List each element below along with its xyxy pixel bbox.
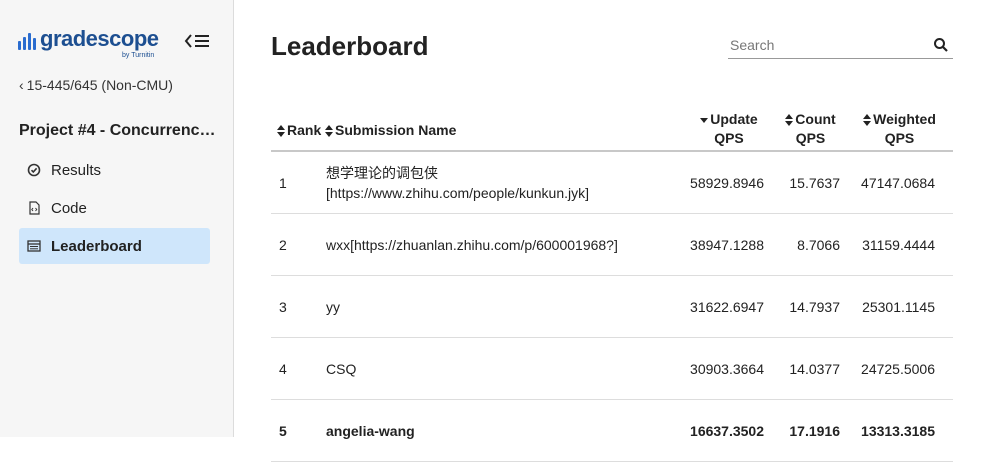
table-list-icon xyxy=(27,239,41,253)
submission-name-cell: CSQ xyxy=(325,337,683,400)
column-header-update-qps[interactable]: Update QPS xyxy=(683,96,775,152)
weighted-qps-cell: 13313.3185 xyxy=(846,399,953,462)
gradescope-logo[interactable]: gradescope by Turnitin xyxy=(18,26,159,59)
logo-text: gradescope xyxy=(40,26,159,51)
course-link[interactable]: ‹ 15-445/645 (Non-CMU) xyxy=(19,77,173,93)
column-header-label: Rank xyxy=(287,122,322,138)
update-qps-cell: 30903.3664 xyxy=(683,337,775,400)
course-link-label: 15-445/645 (Non-CMU) xyxy=(26,77,173,93)
submission-name-cell: yy xyxy=(325,275,683,338)
logo-subtitle: by Turnitin xyxy=(122,52,155,59)
column-header-label: QPS xyxy=(795,130,826,146)
table-row: 3 yy 31622.6947 14.7937 25301.1145 xyxy=(271,275,953,338)
sort-both-icon xyxy=(277,125,285,138)
column-header-label: QPS xyxy=(884,130,915,146)
check-circle-icon xyxy=(27,163,41,177)
rank-cell: 2 xyxy=(271,213,325,276)
submission-name-cell: wxx[https://zhuanlan.zhihu.com/p/6000019… xyxy=(325,213,683,276)
chevron-left-icon: ‹ xyxy=(19,77,24,93)
table-row: 1 想学理论的调包侠 [https://www.zhihu.com/people… xyxy=(271,151,953,214)
sidebar-item-code[interactable]: Code xyxy=(19,190,210,226)
column-header-rank[interactable]: Rank xyxy=(271,96,325,152)
submission-name-cell: 想学理论的调包侠 [https://www.zhihu.com/people/k… xyxy=(325,151,683,214)
sidebar: gradescope by Turnitin ‹ 15-445/645 (Non-… xyxy=(0,0,234,437)
weighted-qps-cell: 25301.1145 xyxy=(846,275,953,338)
count-qps-cell: 15.7637 xyxy=(775,151,846,214)
sort-both-icon xyxy=(863,114,872,127)
weighted-qps-cell: 47147.0684 xyxy=(846,151,953,214)
table-row: 2 wxx[https://zhuanlan.zhihu.com/p/60000… xyxy=(271,213,953,276)
search-box xyxy=(728,33,953,59)
count-qps-cell: 14.0377 xyxy=(775,337,846,400)
column-header-label: Count xyxy=(795,111,836,127)
table-row-current-user: 5 angelia-wang 16637.3502 17.1916 13313.… xyxy=(271,399,953,462)
table-row: 4 CSQ 30903.3664 14.0377 24725.5006 xyxy=(271,337,953,400)
sidebar-item-label: Leaderboard xyxy=(51,237,142,255)
submission-name-line: [https://www.zhihu.com/people/kunkun.jyk… xyxy=(326,184,590,201)
column-header-count-qps[interactable]: Count QPS xyxy=(775,96,846,152)
column-header-label: Submission Name xyxy=(335,122,457,138)
submission-name-line: 想学理论的调包侠 xyxy=(326,164,438,181)
update-qps-cell: 58929.8946 xyxy=(683,151,775,214)
sidebar-item-label: Code xyxy=(51,199,87,217)
update-qps-cell: 31622.6947 xyxy=(683,275,775,338)
column-header-label: Weighted xyxy=(873,111,936,127)
search-input[interactable] xyxy=(728,33,920,57)
rank-cell: 1 xyxy=(271,151,325,214)
rank-cell: 4 xyxy=(271,337,325,400)
sort-descending-icon xyxy=(700,118,709,124)
weighted-qps-cell: 24725.5006 xyxy=(846,337,953,400)
column-header-weighted-qps[interactable]: Weighted QPS xyxy=(846,96,953,152)
page-title: Leaderboard xyxy=(271,31,429,61)
update-qps-cell: 16637.3502 xyxy=(683,399,775,462)
project-title: Project #4 - Concurrency Control xyxy=(19,122,219,139)
rank-cell: 5 xyxy=(271,399,325,462)
sort-both-icon xyxy=(785,114,794,127)
logo-bars-icon xyxy=(18,32,36,50)
search-icon[interactable] xyxy=(933,37,949,53)
column-header-label: QPS xyxy=(714,130,744,146)
table-header-row: Rank Submission Name Update QPS Count QP… xyxy=(271,96,953,152)
update-qps-cell: 38947.1288 xyxy=(683,213,775,276)
leaderboard-table: Rank Submission Name Update QPS Count QP… xyxy=(271,96,953,462)
collapse-menu-icon xyxy=(184,34,209,48)
count-qps-cell: 14.7937 xyxy=(775,275,846,338)
file-code-icon xyxy=(27,201,41,215)
count-qps-cell: 8.7066 xyxy=(775,213,846,276)
column-header-submission-name[interactable]: Submission Name xyxy=(325,96,683,152)
sidebar-item-leaderboard[interactable]: Leaderboard xyxy=(19,228,210,264)
sidebar-item-label: Results xyxy=(51,161,102,179)
count-qps-cell: 17.1916 xyxy=(775,399,846,462)
sidebar-item-results[interactable]: Results xyxy=(19,152,210,188)
rank-cell: 3 xyxy=(271,275,325,338)
column-header-label: Update xyxy=(710,111,758,127)
sort-both-icon xyxy=(325,125,333,138)
weighted-qps-cell: 31159.4444 xyxy=(846,213,953,276)
collapse-sidebar-button[interactable] xyxy=(184,31,210,51)
submission-name-cell: angelia-wang xyxy=(325,399,683,462)
